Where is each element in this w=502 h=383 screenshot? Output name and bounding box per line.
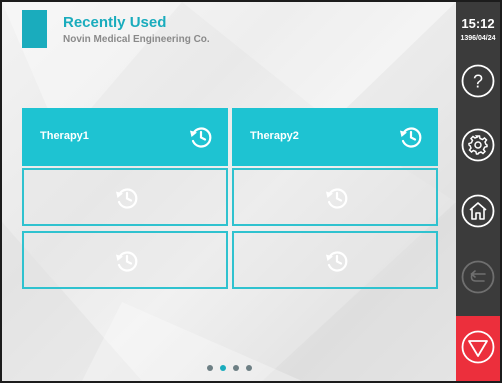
company-name: Novin Medical Engineering Co. — [63, 34, 210, 45]
home-icon[interactable] — [461, 194, 495, 228]
history-icon — [190, 127, 212, 148]
history-icon — [116, 188, 138, 209]
settings-icon[interactable] — [461, 128, 495, 162]
page-dot-active[interactable] — [220, 365, 226, 371]
history-icon — [116, 251, 138, 272]
recent-tile-empty[interactable] — [232, 231, 438, 289]
history-icon — [326, 188, 348, 209]
recent-tile-therapy1[interactable]: Therapy1 — [22, 108, 228, 166]
right-sidebar: 15:12 1396/04/24 ? — [456, 2, 500, 381]
recent-tile-empty[interactable] — [22, 168, 228, 226]
emergency-stop-button[interactable] — [456, 316, 500, 381]
tile-label: Therapy1 — [40, 130, 89, 142]
page-indicator — [207, 365, 257, 373]
recent-tile-empty[interactable] — [232, 168, 438, 226]
page-dot[interactable] — [207, 365, 213, 371]
stop-icon — [461, 330, 495, 364]
clock-date: 1396/04/24 — [460, 35, 496, 42]
main-panel: Recently Used Novin Medical Engineering … — [2, 2, 456, 381]
page-dot[interactable] — [233, 365, 239, 371]
tile-label: Therapy2 — [250, 130, 299, 142]
header-accent-bar — [22, 10, 47, 48]
device-screen: Recently Used Novin Medical Engineering … — [0, 0, 502, 383]
help-icon[interactable]: ? — [461, 64, 495, 98]
page-dot[interactable] — [246, 365, 252, 371]
history-icon — [400, 127, 422, 148]
recent-tile-therapy2[interactable]: Therapy2 — [232, 108, 438, 166]
clock-time: 15:12 — [461, 16, 495, 31]
recent-tile-empty[interactable] — [22, 231, 228, 289]
svg-text:?: ? — [473, 72, 483, 92]
history-icon — [326, 251, 348, 272]
back-icon[interactable] — [461, 260, 495, 294]
page-title: Recently Used — [63, 14, 167, 31]
